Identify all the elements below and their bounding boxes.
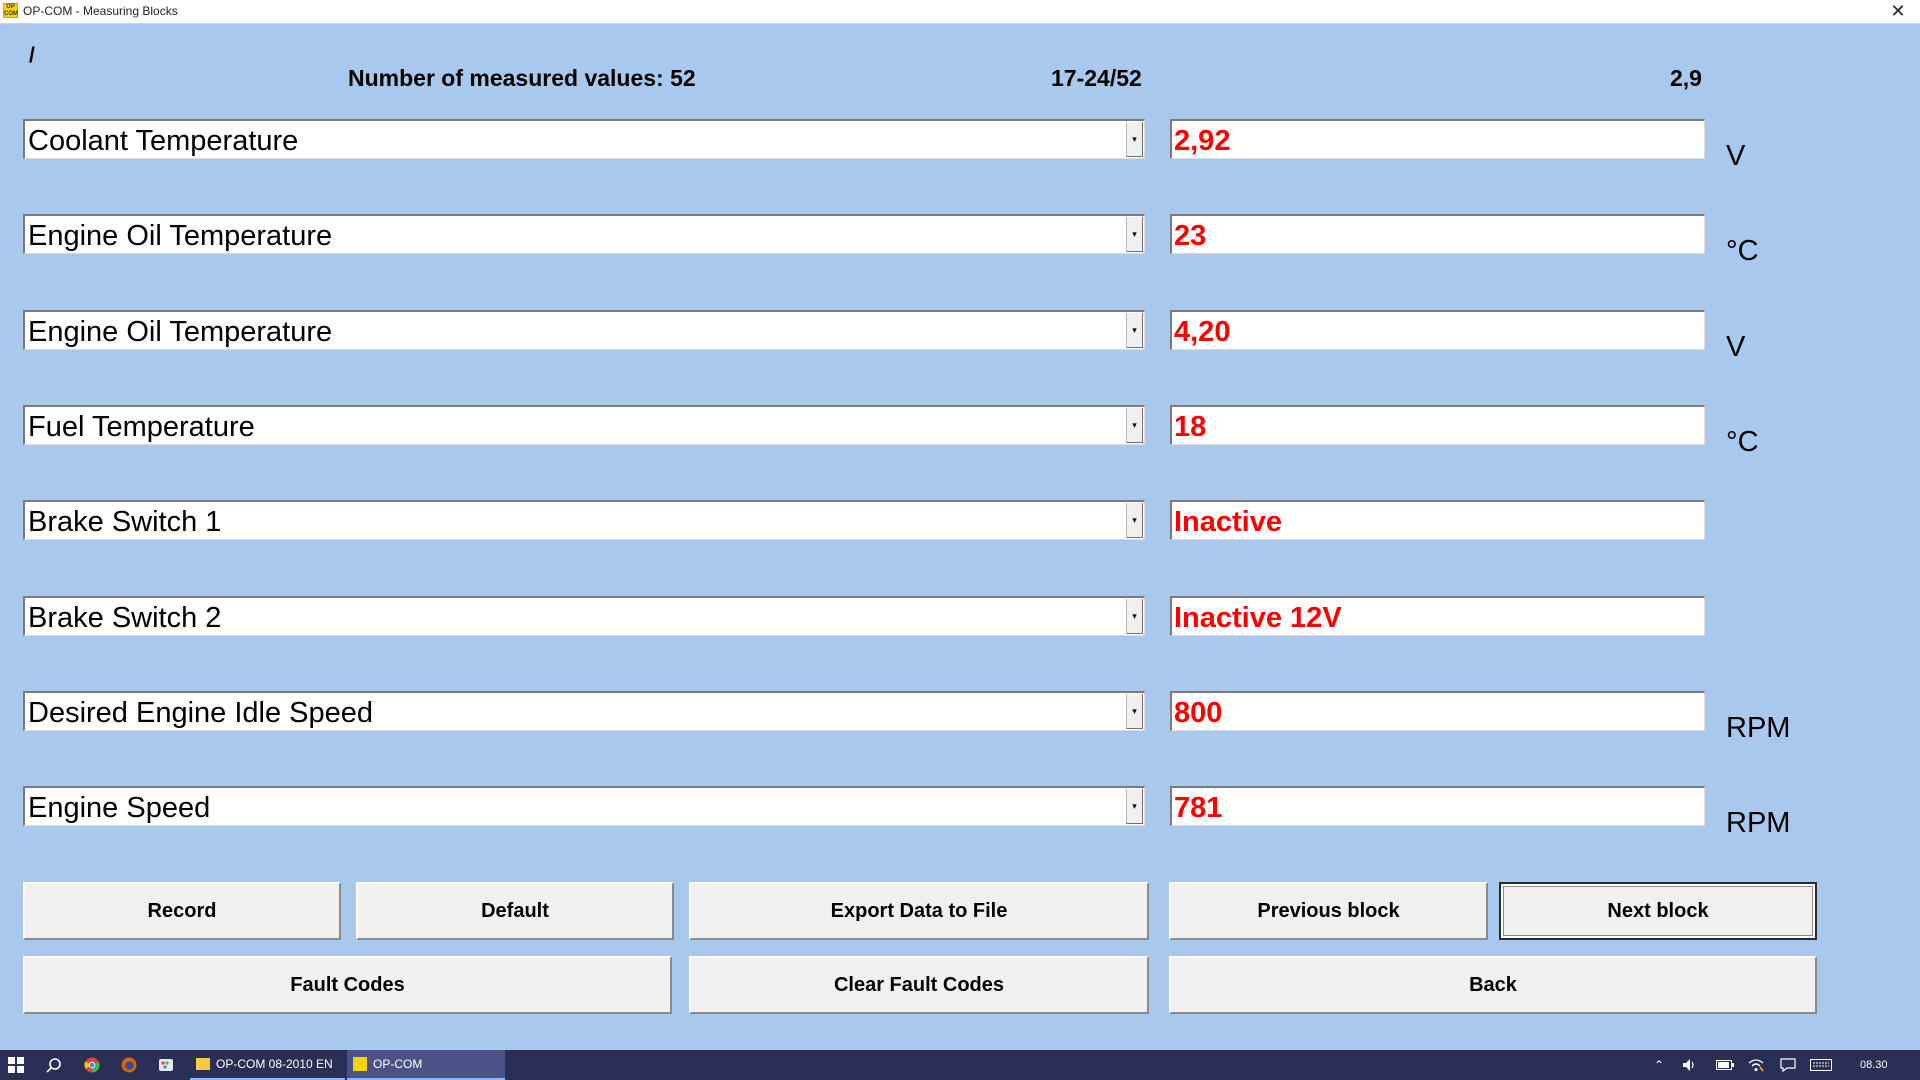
close-window-button[interactable]: ✕ bbox=[1876, 0, 1920, 23]
next-block-button[interactable]: Next block bbox=[1499, 882, 1817, 940]
windows-start-icon[interactable] bbox=[8, 1050, 24, 1080]
parameter-name: Engine Oil Temperature bbox=[28, 220, 333, 252]
parameter-value: 781 bbox=[1174, 792, 1223, 824]
parameter-unit: RPM bbox=[1726, 807, 1791, 839]
parameter-value-field: Inactive 12V bbox=[1170, 596, 1705, 636]
parameter-unit: RPM bbox=[1726, 712, 1791, 744]
parameter-name: Engine Oil Temperature bbox=[28, 316, 333, 348]
parameter-select[interactable]: Engine Speed ▾ bbox=[23, 786, 1145, 826]
parameter-value-field: Inactive bbox=[1170, 500, 1705, 540]
parameter-value: Inactive bbox=[1174, 506, 1282, 538]
dropdown-arrow-icon[interactable]: ▾ bbox=[1126, 599, 1143, 634]
path-indicator: / bbox=[29, 44, 35, 67]
parameter-value: 800 bbox=[1174, 697, 1223, 729]
dropdown-arrow-icon[interactable]: ▾ bbox=[1126, 122, 1143, 157]
block-range-indicator: 17-24/52 bbox=[1051, 65, 1142, 91]
parameter-select[interactable]: Engine Oil Temperature ▾ bbox=[23, 310, 1145, 350]
close-icon: ✕ bbox=[1890, 1, 1906, 21]
measurement-row: Fuel Temperature ▾ 18 °C bbox=[0, 405, 1920, 458]
parameter-name: Desired Engine Idle Speed bbox=[28, 697, 374, 729]
parameter-value-field: 18 bbox=[1170, 405, 1705, 445]
fault-codes-button[interactable]: Fault Codes bbox=[23, 956, 672, 1014]
dropdown-arrow-icon[interactable]: ▾ bbox=[1126, 313, 1143, 348]
previous-block-button[interactable]: Previous block bbox=[1169, 882, 1488, 940]
paint-icon[interactable] bbox=[158, 1050, 174, 1080]
parameter-value: 2,92 bbox=[1174, 125, 1231, 157]
taskbar: OP-COM 08-2010 EN OP-COM ⌃ 08.30 bbox=[0, 1050, 1920, 1080]
parameter-unit: °C bbox=[1726, 426, 1759, 458]
action-center-icon[interactable] bbox=[1780, 1050, 1796, 1080]
back-button[interactable]: Back bbox=[1169, 956, 1817, 1014]
dropdown-arrow-icon[interactable]: ▾ bbox=[1126, 503, 1143, 538]
taskbar-task-label: OP-COM 08-2010 EN bbox=[216, 1057, 333, 1071]
measuring-blocks-window: OP COM OP-COM - Measuring Blocks ✕ / Num… bbox=[0, 0, 1920, 1050]
parameter-value-field: 2,92 bbox=[1170, 119, 1705, 159]
measurement-row: Brake Switch 1 ▾ Inactive bbox=[0, 500, 1920, 542]
parameter-value: 23 bbox=[1174, 220, 1207, 252]
title-bar: OP COM OP-COM - Measuring Blocks ✕ bbox=[0, 0, 1920, 24]
parameter-select[interactable]: Coolant Temperature ▾ bbox=[23, 119, 1145, 159]
dropdown-arrow-icon[interactable]: ▾ bbox=[1126, 408, 1143, 443]
parameter-select[interactable]: Fuel Temperature ▾ bbox=[23, 405, 1145, 445]
dropdown-arrow-icon[interactable]: ▾ bbox=[1126, 694, 1143, 729]
op-com-app-icon: OP COM bbox=[3, 3, 18, 18]
parameter-unit: °C bbox=[1726, 235, 1759, 267]
firefox-icon[interactable] bbox=[121, 1050, 137, 1080]
folder-icon bbox=[196, 1058, 210, 1070]
parameter-select[interactable]: Desired Engine Idle Speed ▾ bbox=[23, 691, 1145, 731]
parameter-select[interactable]: Engine Oil Temperature ▾ bbox=[23, 214, 1145, 254]
refresh-rate-indicator: 2,9 bbox=[1670, 65, 1702, 91]
measured-values-count: Number of measured values: 52 bbox=[348, 65, 696, 91]
default-button[interactable]: Default bbox=[356, 882, 674, 940]
measurement-row: Engine Oil Temperature ▾ 4,20 V bbox=[0, 310, 1920, 363]
parameter-value: Inactive 12V bbox=[1174, 602, 1342, 634]
battery-icon[interactable] bbox=[1716, 1050, 1734, 1080]
parameter-value: 4,20 bbox=[1174, 316, 1231, 348]
export-data-button[interactable]: Export Data to File bbox=[689, 882, 1149, 940]
measurement-row: Engine Speed ▾ 781 RPM bbox=[0, 786, 1920, 839]
search-icon[interactable] bbox=[46, 1050, 62, 1080]
measurement-row: Brake Switch 2 ▾ Inactive 12V bbox=[0, 596, 1920, 638]
measurement-row: Engine Oil Temperature ▾ 23 °C bbox=[0, 214, 1920, 267]
clock[interactable]: 08.30 bbox=[1860, 1050, 1888, 1080]
taskbar-task-opcom-folder[interactable]: OP-COM 08-2010 EN bbox=[190, 1050, 345, 1080]
parameter-name: Brake Switch 2 bbox=[28, 602, 222, 634]
parameter-select[interactable]: Brake Switch 2 ▾ bbox=[23, 596, 1145, 636]
parameter-value-field: 4,20 bbox=[1170, 310, 1705, 350]
chrome-icon[interactable] bbox=[84, 1050, 100, 1080]
window-title: OP-COM - Measuring Blocks bbox=[23, 4, 178, 18]
parameter-name: Fuel Temperature bbox=[28, 411, 255, 443]
parameter-name: Coolant Temperature bbox=[28, 125, 299, 157]
parameter-value-field: 781 bbox=[1170, 786, 1705, 826]
dropdown-arrow-icon[interactable]: ▾ bbox=[1126, 217, 1143, 252]
keyboard-icon[interactable] bbox=[1810, 1050, 1832, 1080]
parameter-unit: V bbox=[1726, 140, 1746, 172]
measurement-row: Coolant Temperature ▾ 2,92 V bbox=[0, 119, 1920, 172]
clear-fault-codes-button[interactable]: Clear Fault Codes bbox=[689, 956, 1149, 1014]
show-hidden-icons-icon[interactable]: ⌃ bbox=[1654, 1050, 1664, 1080]
network-icon[interactable] bbox=[1748, 1050, 1764, 1080]
parameter-name: Engine Speed bbox=[28, 792, 211, 824]
op-com-icon bbox=[353, 1057, 367, 1071]
record-button[interactable]: Record bbox=[23, 882, 341, 940]
parameter-value-field: 800 bbox=[1170, 691, 1705, 731]
parameter-name: Brake Switch 1 bbox=[28, 506, 222, 538]
parameter-select[interactable]: Brake Switch 1 ▾ bbox=[23, 500, 1145, 540]
taskbar-task-opcom[interactable]: OP-COM bbox=[347, 1050, 505, 1080]
parameter-value: 18 bbox=[1174, 411, 1207, 443]
measurement-row: Desired Engine Idle Speed ▾ 800 RPM bbox=[0, 691, 1920, 744]
taskbar-task-label: OP-COM bbox=[373, 1057, 423, 1071]
volume-icon[interactable] bbox=[1682, 1050, 1698, 1080]
dropdown-arrow-icon[interactable]: ▾ bbox=[1126, 789, 1143, 824]
parameter-unit: V bbox=[1726, 331, 1746, 363]
parameter-value-field: 23 bbox=[1170, 214, 1705, 254]
